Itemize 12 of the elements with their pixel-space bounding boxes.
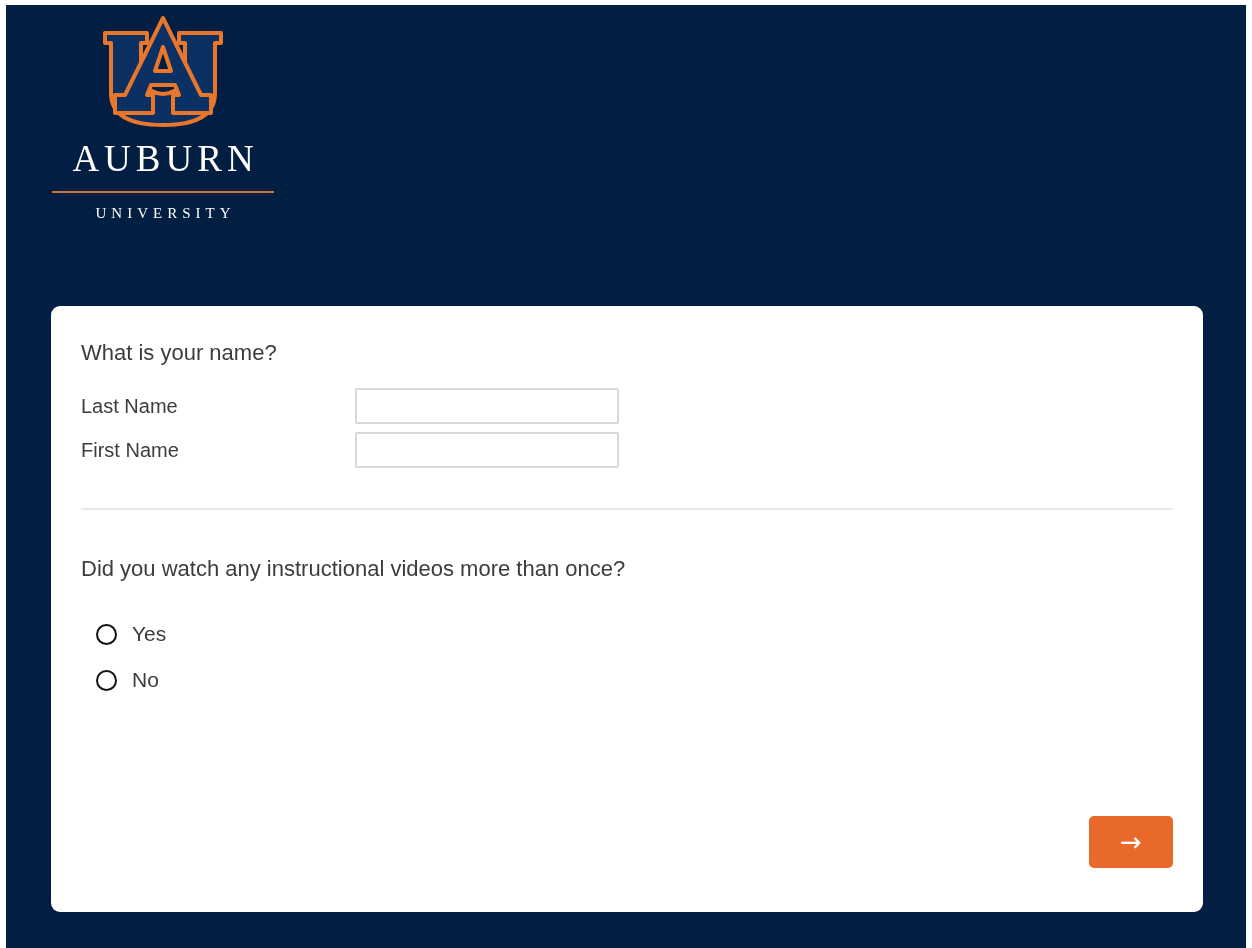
- input-field[interactable]: [355, 388, 619, 424]
- radio-button[interactable]: [96, 623, 117, 645]
- field-label: First Name: [81, 438, 180, 462]
- option-label[interactable]: Yes: [132, 622, 167, 646]
- question-text: Did you watch any instructional videos more than once?: [81, 556, 627, 582]
- question-text: What is your name?: [81, 340, 278, 366]
- field-label: Last Name: [81, 394, 179, 418]
- radio-button[interactable]: [96, 669, 117, 691]
- logo-wordmark: AUBURN: [71, 139, 259, 179]
- input-field[interactable]: [355, 432, 619, 468]
- logo-subtitle: UNIVERSITY: [94, 205, 236, 222]
- option-label[interactable]: No: [132, 668, 159, 692]
